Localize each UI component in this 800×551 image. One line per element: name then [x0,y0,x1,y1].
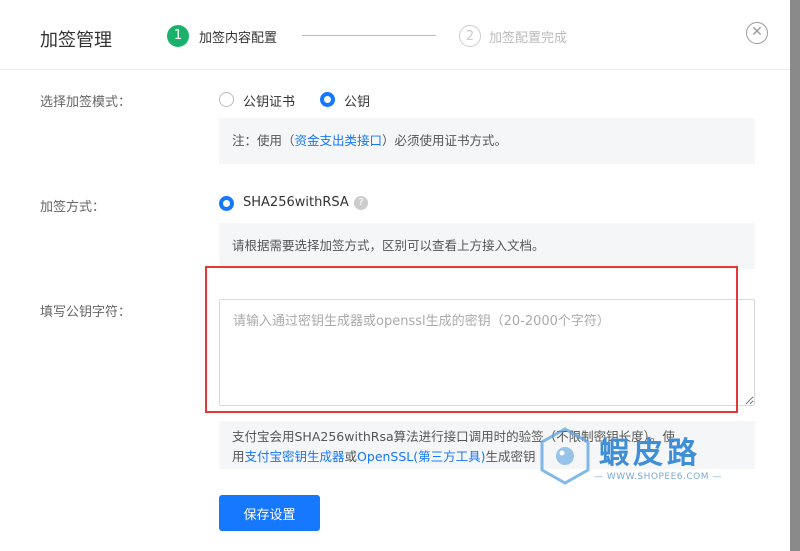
note-suffix: ）必须使用证书方式。 [382,133,508,148]
openssl-link[interactable]: OpenSSL(第三方工具) [357,449,485,464]
radio-sha256withrsa[interactable] [219,196,234,211]
step-2-indicator: 2 [459,25,481,47]
public-key-note-line1: 支付宝会用SHA256withRsa算法进行接口调用时的验签（不限制密钥长度）。… [232,429,675,444]
modal-header: 加签管理 1 加签内容配置 2 加签配置完成 ✕ [0,0,790,70]
sign-mode-note: 注：使用（资金支出类接口）必须使用证书方式。 [219,118,755,164]
radio-public-key-label[interactable]: 公钥 [344,91,370,110]
sign-method-label: 加签方式： [40,200,106,215]
note-line2-suffix: 生成密钥 [485,449,536,464]
step-2-label: 加签配置完成 [489,31,568,46]
modal-title: 加签管理 [40,30,112,51]
note-line2-mid: 或 [344,449,358,464]
watermark-url: — WWW.SHOPEE6.COM — [594,472,722,482]
fund-payout-api-link[interactable]: 资金支出类接口 [295,133,383,148]
help-icon[interactable]: ? [354,196,368,210]
step-1-indicator: 1 [167,25,189,47]
public-key-label: 填写公钥字符： [40,305,132,320]
save-settings-button[interactable]: 保存设置 [219,495,320,531]
close-icon: ✕ [751,24,763,40]
radio-public-key-cert-label[interactable]: 公钥证书 [243,91,295,110]
step-1-label: 加签内容配置 [199,31,278,46]
public-key-input[interactable] [220,300,754,405]
close-button[interactable]: ✕ [746,22,768,44]
radio-public-key-cert[interactable] [219,92,234,107]
public-key-input-wrapper [219,299,755,406]
step-connector [302,35,436,36]
radio-public-key[interactable] [320,92,335,107]
sign-mode-label: 选择加签模式： [40,95,132,110]
radio-sha256withrsa-label[interactable]: SHA256withRSA [243,195,349,210]
sign-config-modal: 加签管理 1 加签内容配置 2 加签配置完成 ✕ 选择加签模式： 公钥证书 公钥… [0,0,790,551]
public-key-note: 支付宝会用SHA256withRsa算法进行接口调用时的验签（不限制密钥长度）。… [219,421,755,469]
note-line2-prefix: 用 [232,449,245,464]
note-prefix: 注：使用（ [232,133,295,148]
alipay-key-generator-link[interactable]: 支付宝密钥生成器 [245,449,345,464]
sign-method-note: 请根据需要选择加签方式，区别可以查看上方接入文档。 [219,223,755,269]
public-key-note-line2: 用支付宝密钥生成器或OpenSSL(第三方工具)生成密钥 [232,447,755,467]
